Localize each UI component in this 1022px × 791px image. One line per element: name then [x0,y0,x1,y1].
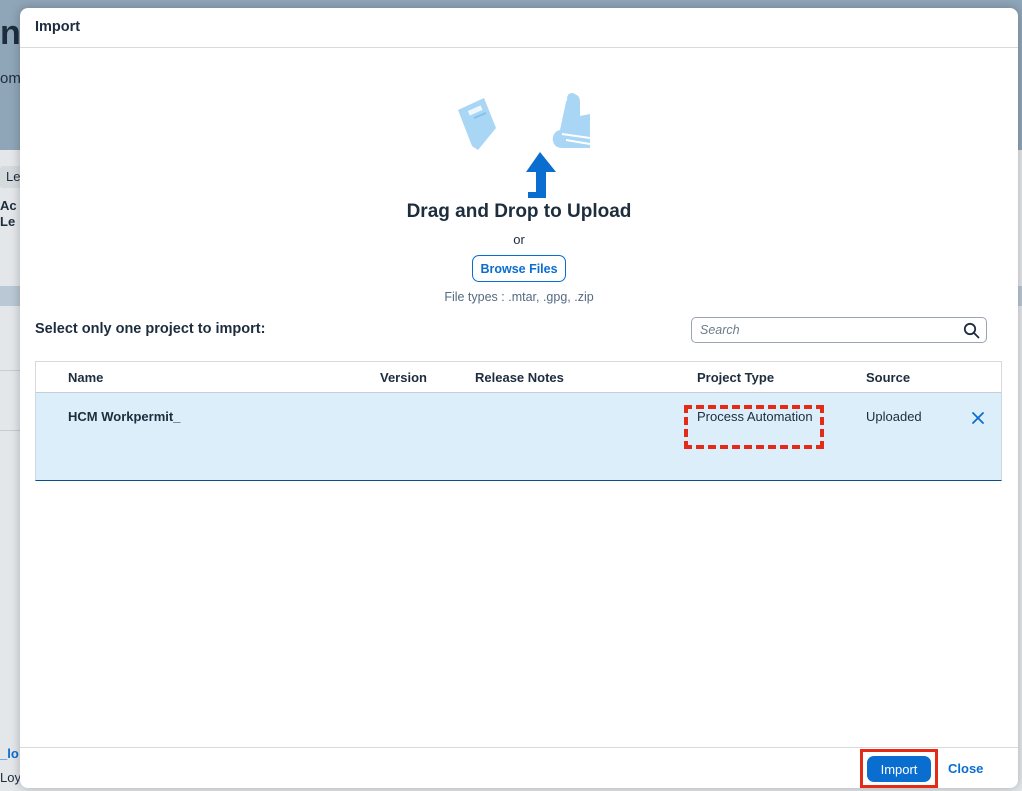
search-icon[interactable] [963,322,980,339]
cloud-shapes-icon [552,93,590,148]
document-icon [458,98,496,150]
background-divider [0,370,20,371]
browse-files-button[interactable]: Browse Files [472,255,566,282]
section-title: Select only one project to import: [35,321,266,337]
dialog-title: Import [20,8,1018,48]
upload-illustration [458,93,590,198]
column-header-project-type[interactable]: Project Type [697,370,774,385]
background-label: Le [0,214,16,229]
background-label: Ac [0,198,17,213]
close-icon[interactable] [970,410,986,426]
background-divider [0,430,20,431]
search-field[interactable] [691,317,987,343]
background-subtitle: om [0,70,21,87]
column-header-version[interactable]: Version [380,370,427,385]
dialog-footer: Import Close [20,747,1018,788]
background-text: Loy [0,770,21,785]
import-button[interactable]: Import [867,756,931,782]
column-header-source[interactable]: Source [866,370,910,385]
projects-table: Name Version Release Notes Project Type … [35,361,1002,481]
column-header-name[interactable]: Name [68,370,103,385]
import-dialog: Import Drag and Drop to Upload or Browse… [20,8,1018,788]
upload-title: Drag and Drop to Upload [406,201,632,222]
search-input[interactable] [698,321,948,339]
upload-or-text: or [513,232,525,247]
table-row[interactable]: HCM Workpermit_ Process Automation Uploa… [35,393,1002,481]
close-button[interactable]: Close [948,761,983,776]
file-types-text: File types : .mtar, .gpg, .zip [444,290,594,304]
background-link[interactable]: _lo [0,746,19,761]
table-header: Name Version Release Notes Project Type … [35,361,1002,393]
cell-source: Uploaded [866,409,922,424]
cell-name: HCM Workpermit_ [68,409,181,424]
arrow-up-icon [526,152,556,198]
annotation-highlight-project-type [684,405,824,449]
column-header-release-notes[interactable]: Release Notes [475,370,564,385]
